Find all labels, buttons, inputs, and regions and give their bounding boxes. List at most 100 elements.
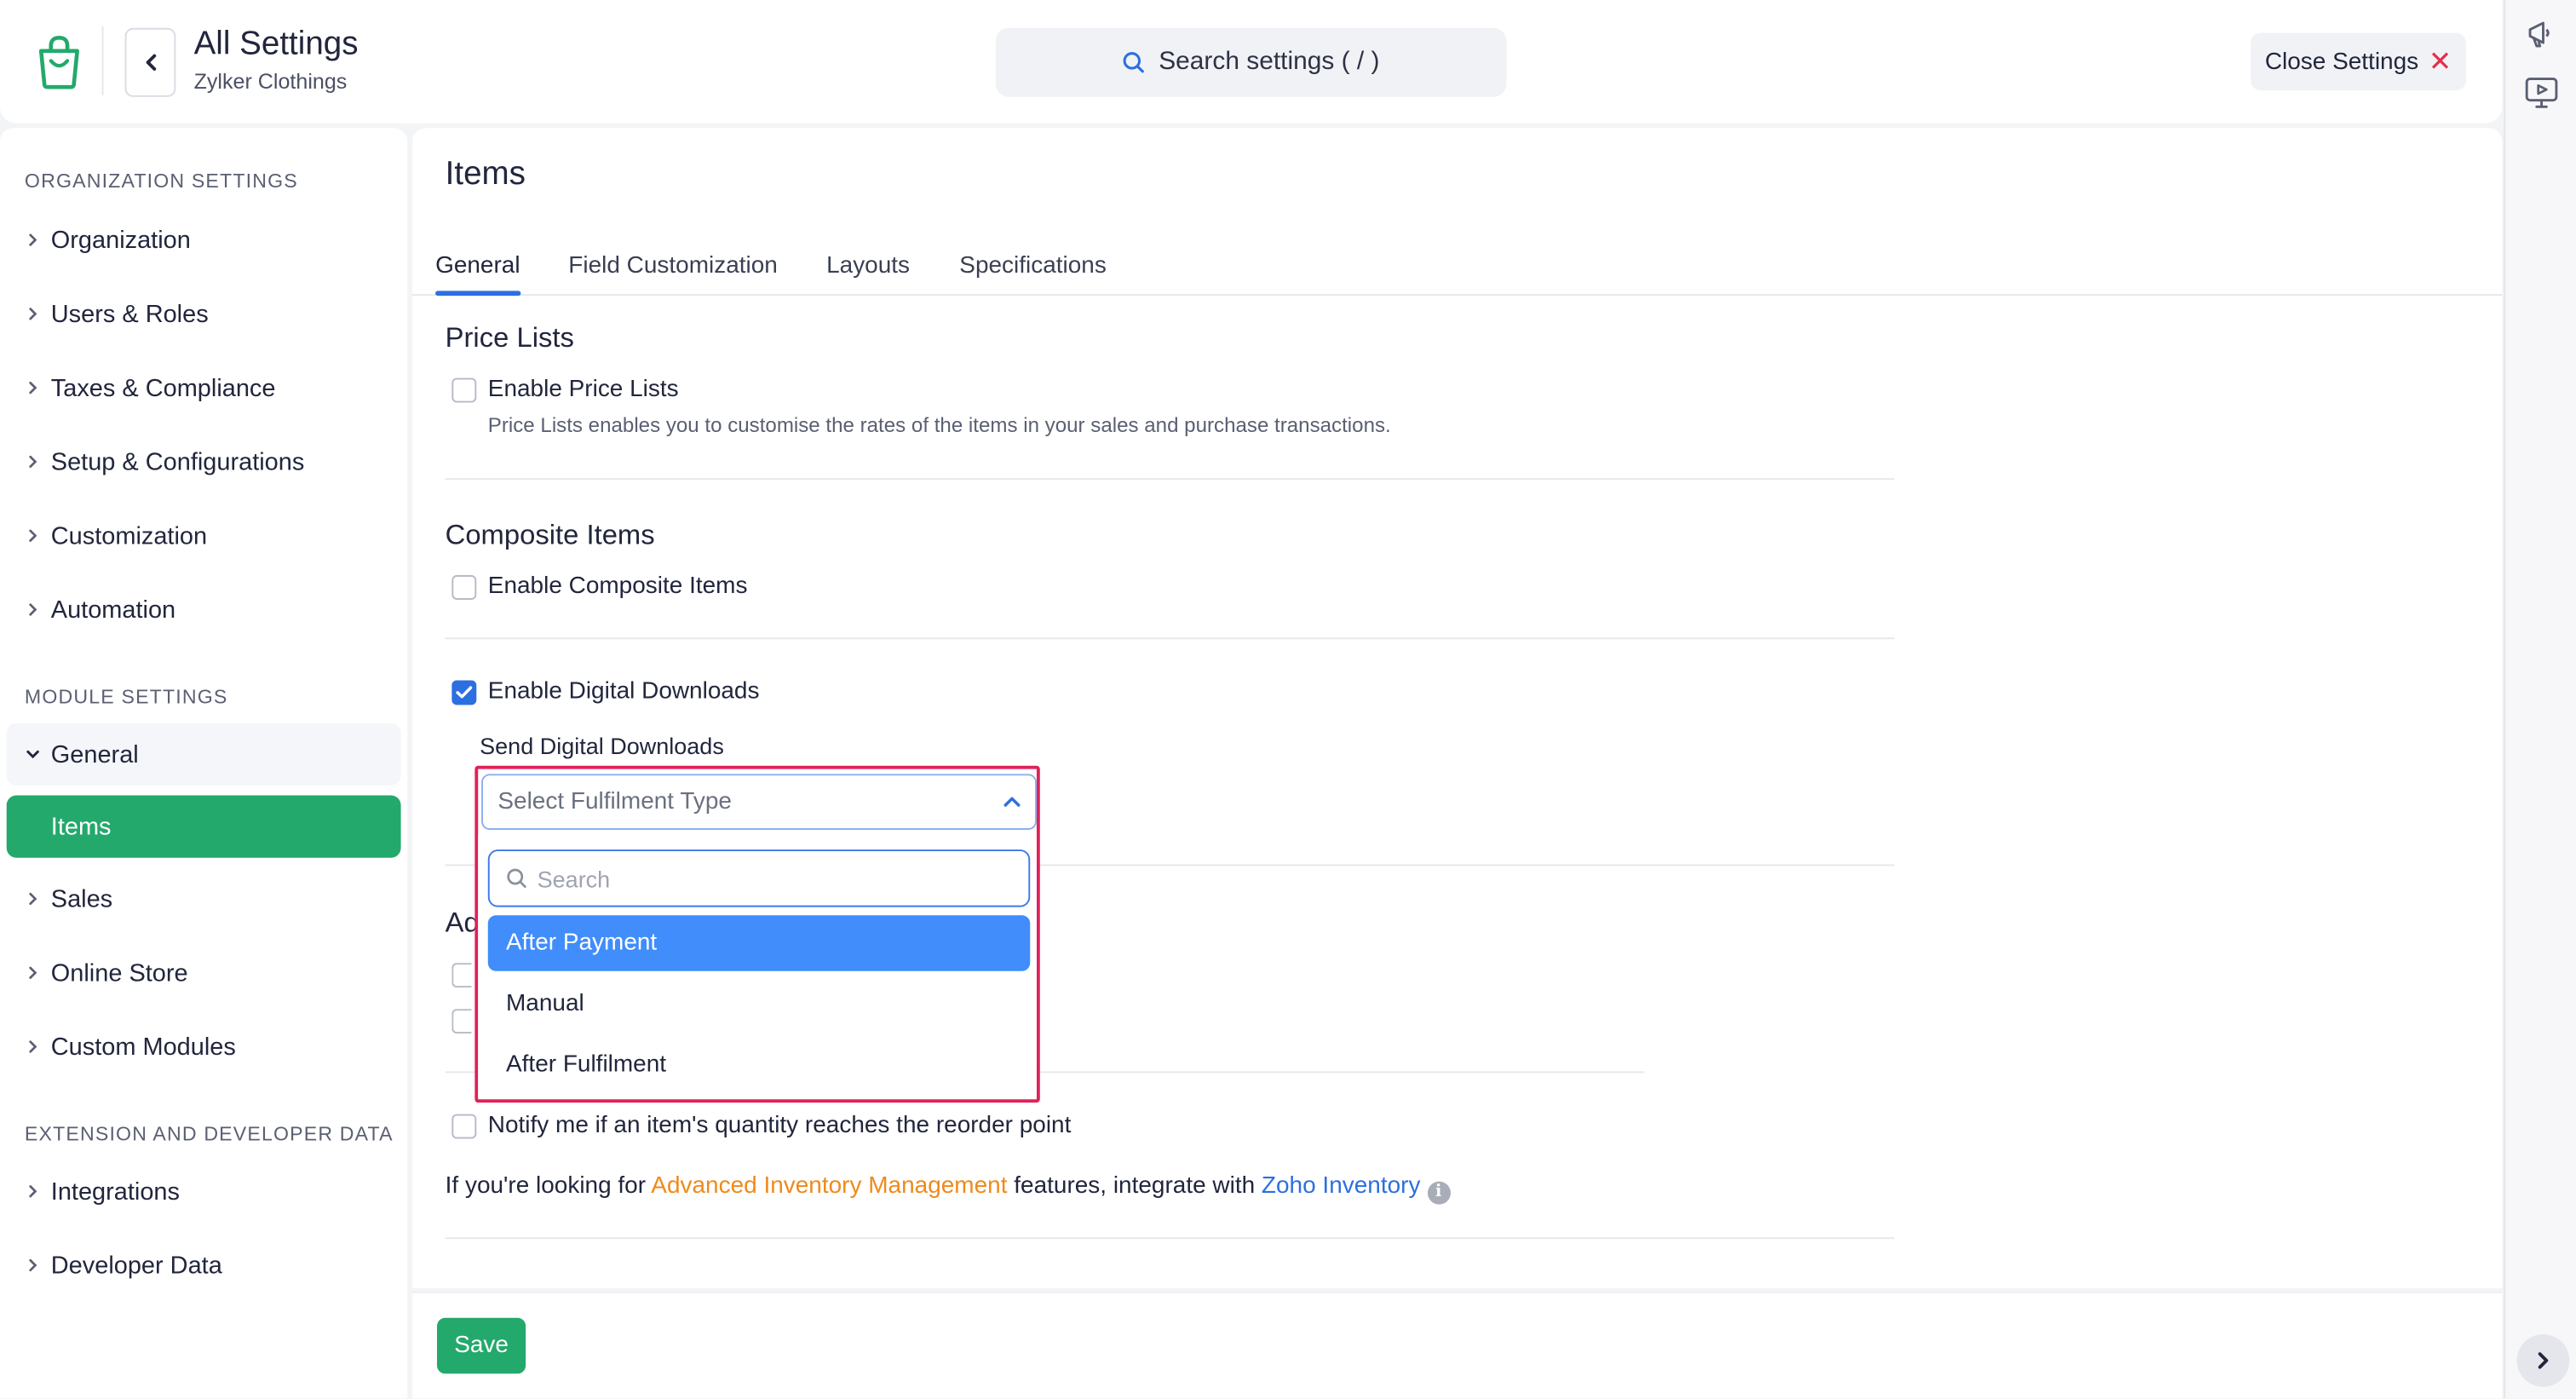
notify-reorder-label: Notify me if an item's quantity reaches … [487, 1112, 1072, 1139]
dropdown-search-input[interactable]: Search [487, 849, 1031, 907]
fulfilment-type-select[interactable]: Select Fulfilment Type [481, 774, 1037, 830]
tab-layouts[interactable]: Layouts [826, 253, 910, 279]
settings-search[interactable]: Search settings ( / ) [995, 27, 1507, 97]
search-icon [1124, 52, 1145, 73]
sidebar-item-label: General [50, 740, 139, 769]
app-title: All Settings [193, 26, 359, 63]
back-button[interactable] [124, 27, 176, 97]
section-divider [445, 1237, 1895, 1240]
tab-general[interactable]: General [435, 253, 520, 279]
sidebar-item-custom-modules[interactable]: Custom Modules [7, 1016, 401, 1078]
active-tab-indicator [435, 291, 521, 296]
chevron-right-icon [7, 306, 51, 322]
info-icon[interactable]: i [1427, 1180, 1451, 1204]
module-settings-section-title: MODULE SETTINGS [24, 685, 228, 709]
sidebar-item-label: Items [50, 812, 112, 841]
inventory-info-line: If you're looking for Advanced Inventory… [446, 1173, 1451, 1204]
sidebar-item-sales[interactable]: Sales [7, 867, 401, 930]
settings-tabs: General Field Customization Layouts Spec… [412, 227, 2503, 296]
store-bag-logo-icon [33, 33, 86, 92]
sidebar-item-general[interactable]: General [6, 723, 401, 786]
megaphone-icon[interactable] [2523, 16, 2559, 52]
sidebar-item-users-roles[interactable]: Users & Roles [7, 283, 401, 345]
top-header: All Settings Zylker Clothings Search set… [0, 0, 2503, 124]
video-tutorial-icon[interactable] [2523, 74, 2559, 110]
chevron-right-icon [7, 527, 51, 544]
sidebar-item-label: Developer Data [50, 1251, 222, 1280]
checkmark-icon [456, 685, 473, 698]
enable-composite-items-label: Enable Composite Items [487, 573, 748, 600]
page-title: Items [445, 156, 526, 193]
extension-section-title: EXTENSION AND DEVELOPER DATA [24, 1122, 394, 1146]
sidebar-item-automation[interactable]: Automation [7, 579, 401, 641]
chevron-right-icon [7, 232, 51, 248]
chevron-up-icon [1003, 797, 1021, 807]
sidebar-item-label: Taxes & Compliance [50, 373, 276, 402]
chevron-right-icon [7, 1183, 51, 1200]
header-divider [101, 26, 104, 95]
settings-footer: Save [412, 1291, 2503, 1399]
search-icon [507, 868, 526, 889]
enable-digital-downloads-label: Enable Digital Downloads [487, 678, 760, 705]
close-icon: ✕ [2428, 46, 2452, 78]
section-divider [445, 637, 1895, 640]
enable-price-lists-label: Enable Price Lists [487, 376, 679, 403]
sidebar-item-setup-configurations[interactable]: Setup & Configurations [7, 430, 401, 492]
enable-price-lists-row[interactable]: Enable Price Lists [451, 376, 679, 403]
composite-items-heading: Composite Items [445, 519, 655, 551]
partial-checkbox[interactable] [451, 1009, 472, 1034]
expand-panel-button[interactable] [2516, 1334, 2570, 1387]
send-digital-downloads-label: Send Digital Downloads [480, 733, 724, 760]
close-settings-button[interactable]: Close Settings ✕ [2251, 32, 2466, 91]
chevron-right-icon [2538, 1352, 2549, 1369]
enable-price-lists-checkbox[interactable] [451, 377, 477, 402]
sidebar-item-developer-data[interactable]: Developer Data [7, 1234, 401, 1296]
chevron-right-icon [7, 453, 51, 469]
enable-digital-downloads-row[interactable]: Enable Digital Downloads [451, 679, 759, 705]
price-lists-help-text: Price Lists enables you to customise the… [487, 414, 1391, 438]
org-name: Zylker Clothings [193, 69, 348, 94]
org-settings-section-title: ORGANIZATION SETTINGS [24, 169, 298, 193]
close-settings-label: Close Settings [2264, 48, 2419, 75]
save-button[interactable]: Save [437, 1317, 526, 1374]
sidebar-item-label: Sales [50, 884, 113, 913]
search-label: Search settings ( / ) [1159, 47, 1380, 76]
sidebar-item-integrations[interactable]: Integrations [7, 1160, 401, 1223]
sidebar-item-online-store[interactable]: Online Store [7, 941, 401, 1004]
price-lists-heading: Price Lists [445, 322, 574, 354]
enable-digital-downloads-checkbox[interactable] [451, 679, 477, 705]
tab-field-customization[interactable]: Field Customization [568, 253, 778, 279]
info-prefix: If you're looking for [445, 1173, 652, 1200]
notify-reorder-checkbox[interactable] [451, 1113, 477, 1138]
items-settings-panel: Items General Field Customization Layout… [412, 128, 2503, 1289]
sidebar-item-label: Integrations [50, 1177, 180, 1206]
advanced-inventory-link[interactable]: Advanced Inventory Management [651, 1173, 1007, 1200]
enable-composite-items-checkbox[interactable] [451, 574, 477, 599]
option-after-fulfilment[interactable]: After Fulfilment [488, 1037, 1030, 1093]
fulfilment-dropdown-panel: Search After Payment Manual After Fulfil… [478, 834, 1037, 1098]
zoho-inventory-link[interactable]: Zoho Inventory [1262, 1173, 1421, 1200]
sidebar-item-label: Custom Modules [50, 1033, 236, 1061]
tab-specifications[interactable]: Specifications [959, 253, 1107, 279]
sidebar-item-label: Automation [50, 596, 176, 624]
chevron-right-icon [7, 890, 51, 907]
notify-reorder-row[interactable]: Notify me if an item's quantity reaches … [451, 1113, 1071, 1139]
sidebar-item-label: Organization [50, 226, 191, 254]
chevron-right-icon [7, 964, 51, 981]
chevron-right-icon [7, 602, 51, 618]
sidebar-item-label: Users & Roles [50, 299, 209, 328]
sidebar-item-taxes-compliance[interactable]: Taxes & Compliance [7, 357, 401, 419]
sidebar-item-label: Customization [50, 521, 208, 550]
sidebar-item-organization[interactable]: Organization [7, 209, 401, 271]
dropdown-search-placeholder: Search [537, 865, 611, 892]
option-manual[interactable]: Manual [488, 976, 1030, 1033]
right-rail [2504, 0, 2576, 1399]
settings-sidebar: ORGANIZATION SETTINGS Organization Users… [0, 128, 408, 1399]
option-after-payment[interactable]: After Payment [487, 915, 1031, 971]
section-divider [445, 478, 1895, 481]
sidebar-item-items[interactable]: Items [6, 795, 401, 858]
sidebar-item-customization[interactable]: Customization [7, 504, 401, 567]
chevron-down-icon [7, 748, 51, 761]
partial-checkbox[interactable] [451, 963, 472, 988]
enable-composite-items-row[interactable]: Enable Composite Items [451, 573, 747, 600]
